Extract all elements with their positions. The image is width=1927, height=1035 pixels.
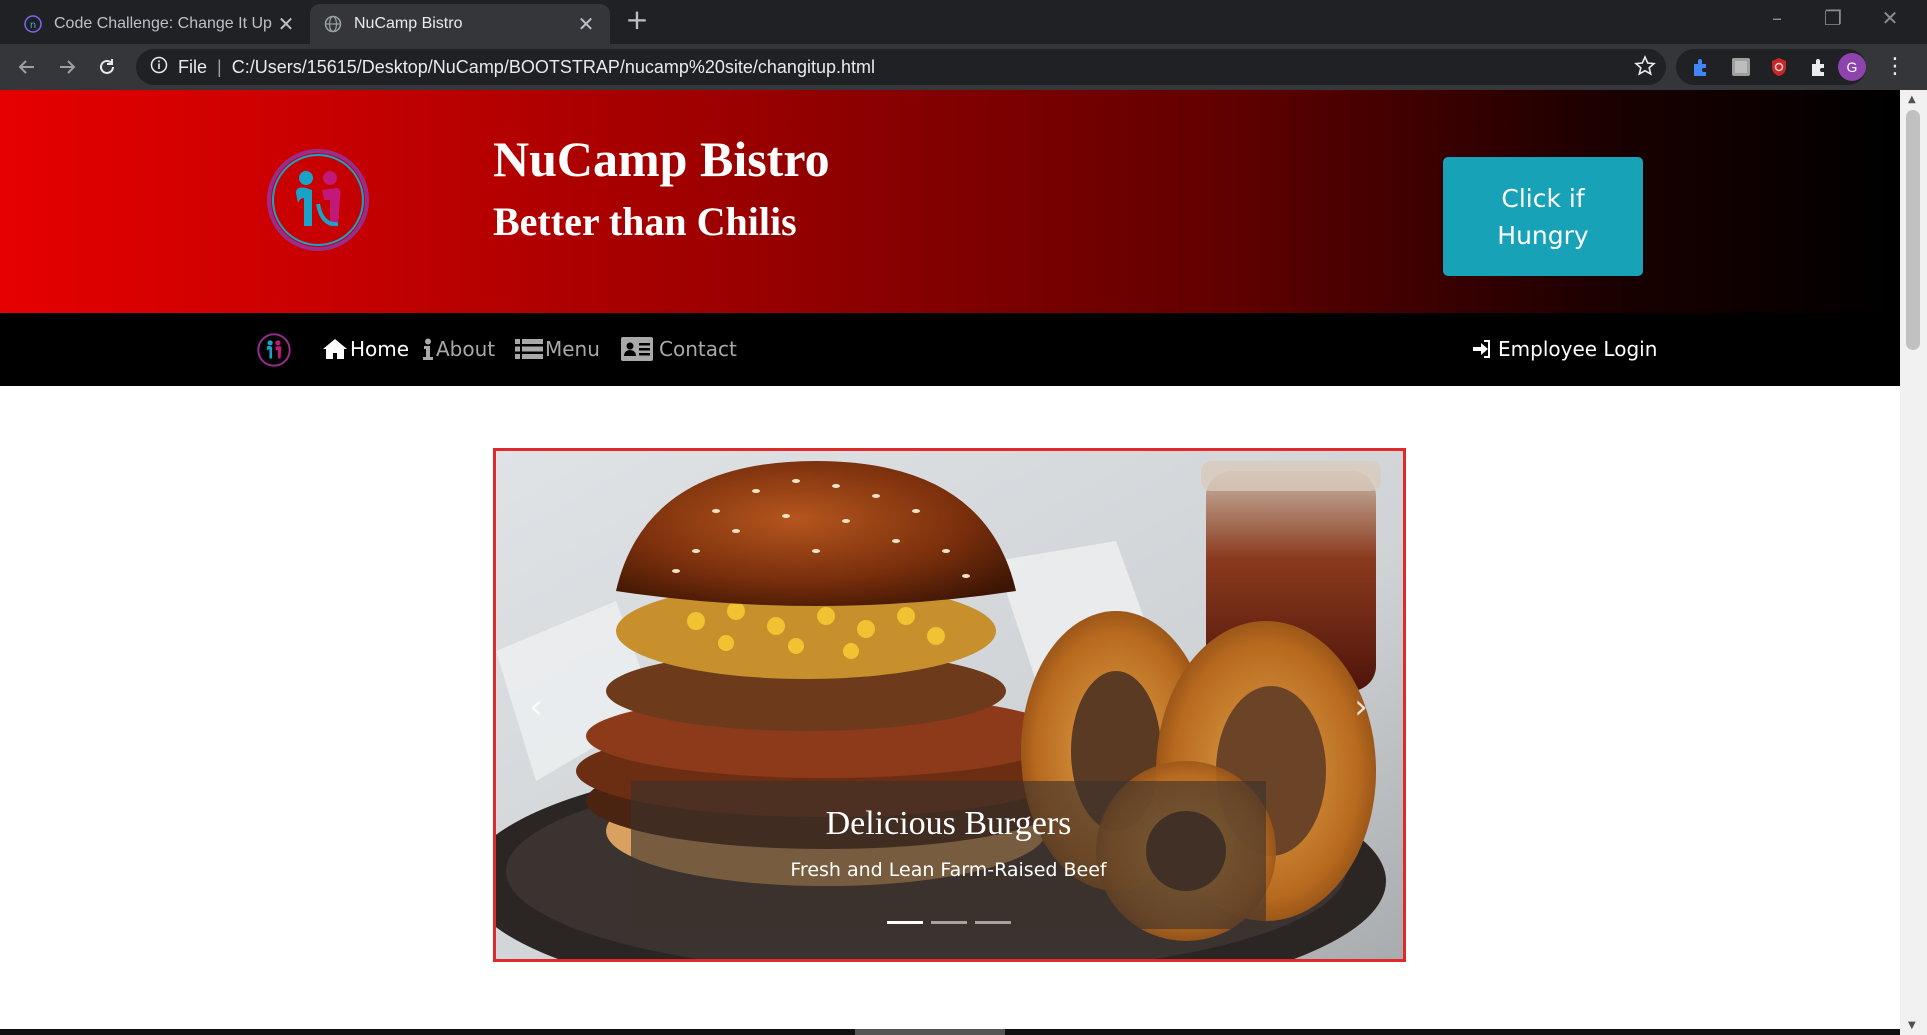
window-close-icon[interactable]: ✕: [1865, 6, 1915, 34]
back-arrow-icon[interactable]: [12, 52, 42, 82]
address-bar[interactable]: File | C:/Users/15615/Desktop/NuCamp/BOO…: [136, 49, 1666, 85]
browser-tab-nucamp-bistro[interactable]: NuCamp Bistro ✕: [310, 4, 610, 44]
bookmark-star-icon[interactable]: [1634, 55, 1656, 82]
browser-toolbar: File | C:/Users/15615/Desktop/NuCamp/BOO…: [0, 44, 1927, 90]
sign-in-icon: [1473, 340, 1490, 358]
nucamp-logo: [266, 148, 370, 252]
navbar-logo[interactable]: [257, 333, 291, 367]
profile-avatar[interactable]: G: [1838, 53, 1866, 81]
browser-tab-code-challenge[interactable]: n Code Challenge: Change It Up ✕: [10, 4, 310, 44]
nucamp-favicon-icon: n: [24, 15, 42, 33]
carousel-indicator-1[interactable]: [886, 921, 923, 924]
scroll-down-icon[interactable]: ▼: [1908, 1020, 1916, 1031]
tab-title: NuCamp Bistro: [354, 15, 463, 32]
jumbotron: NuCamp Bistro Better than Chilis Click i…: [0, 90, 1900, 313]
vertical-scroll-thumb[interactable]: [1906, 110, 1920, 350]
vertical-scrollbar[interactable]: ▲ ▼: [1900, 90, 1927, 1035]
square-extension-icon[interactable]: [1730, 56, 1752, 78]
brand-subtitle: Better than Chilis: [493, 199, 797, 244]
forward-arrow-icon[interactable]: [52, 52, 82, 82]
tab-close-icon[interactable]: ✕: [572, 12, 600, 37]
minimize-icon[interactable]: –: [1752, 6, 1802, 34]
tab-close-icon[interactable]: ✕: [272, 12, 300, 37]
caption-title: Delicious Burgers: [825, 805, 1072, 842]
horizontal-scrollbar[interactable]: [0, 1029, 1900, 1035]
tab-title: Code Challenge: Change It Up: [54, 15, 272, 32]
nav-menu-label: Menu: [545, 337, 600, 361]
brand-title: NuCamp Bistro: [493, 131, 830, 187]
home-icon: [323, 339, 347, 359]
browser-tab-strip: n Code Challenge: Change It Up ✕ NuCamp …: [0, 0, 1927, 44]
url-text: C:/Users/15615/Desktop/NuCamp/BOOTSTRAP/…: [231, 56, 875, 77]
browser-menu-icon[interactable]: ⋮: [1880, 52, 1910, 82]
puzzle-extension-blue-icon[interactable]: [1690, 56, 1712, 78]
carousel-indicator-3[interactable]: [974, 921, 1011, 924]
globe-icon: [324, 15, 342, 33]
url-scheme: File: [178, 56, 208, 77]
page-viewport: NuCamp Bistro Better than Chilis Click i…: [0, 90, 1900, 1035]
nav-about[interactable]: About: [422, 334, 495, 364]
carousel-caption: Delicious Burgers Fresh and Lean Farm-Ra…: [631, 781, 1266, 929]
new-tab-icon[interactable]: +: [622, 6, 652, 36]
employee-login-link[interactable]: Employee Login: [1472, 334, 1657, 364]
caption-text: Fresh and Lean Farm-Raised Beef: [790, 859, 1107, 881]
carousel-next-icon[interactable]: ›: [1341, 687, 1381, 727]
info-icon: [423, 338, 433, 360]
main-navbar: Home About Menu Contact Employee Login: [0, 313, 1900, 386]
reload-icon[interactable]: [92, 52, 122, 82]
click-if-hungry-button[interactable]: Click if Hungry: [1443, 157, 1643, 276]
restore-icon[interactable]: ❐: [1808, 6, 1858, 34]
nav-home[interactable]: Home: [322, 334, 409, 364]
carousel-indicators: [631, 921, 1266, 924]
nav-home-label: Home: [350, 337, 410, 361]
carousel-indicator-2[interactable]: [930, 921, 967, 924]
employee-login-label: Employee Login: [1498, 337, 1658, 361]
shield-extension-icon[interactable]: [1768, 56, 1790, 78]
image-carousel: ‹ › Delicious Burgers Fresh and Lean Far…: [493, 448, 1406, 962]
nav-contact[interactable]: Contact: [621, 334, 737, 364]
url-separator: |: [217, 56, 222, 77]
list-icon: [515, 339, 543, 359]
nav-about-label: About: [436, 337, 496, 361]
svg-text:n: n: [30, 20, 36, 31]
horizontal-scroll-thumb[interactable]: [855, 1029, 1005, 1035]
carousel-prev-icon[interactable]: ‹: [516, 687, 556, 727]
info-icon[interactable]: [150, 56, 168, 79]
nav-contact-label: Contact: [659, 337, 737, 361]
nav-menu[interactable]: Menu: [515, 334, 600, 364]
address-card-icon: [621, 337, 653, 361]
scroll-up-icon[interactable]: ▲: [1908, 94, 1916, 105]
extensions-puzzle-icon[interactable]: [1808, 56, 1830, 78]
